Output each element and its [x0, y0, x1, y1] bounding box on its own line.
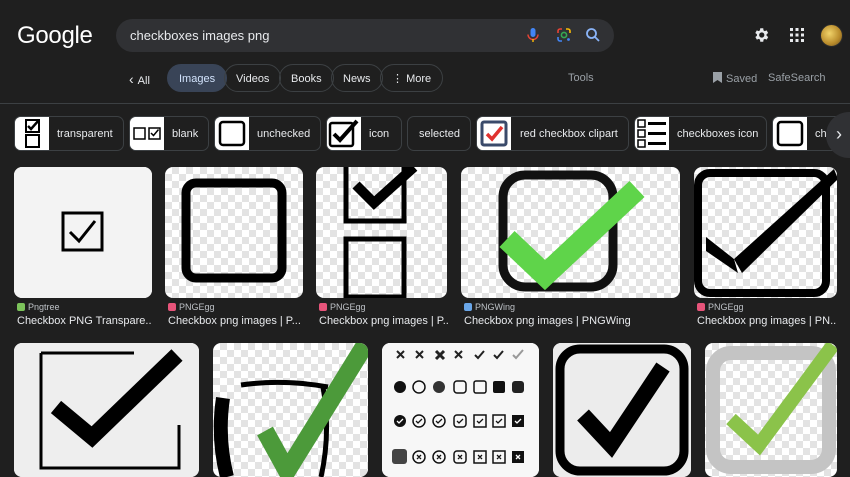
source-name: PNGEgg: [330, 302, 366, 312]
chip-thumb: [215, 117, 249, 150]
chip-label: transparent: [57, 128, 113, 140]
chip-label: unchecked: [257, 128, 311, 140]
bookmark-icon: [713, 72, 722, 83]
checkbox-image: [706, 343, 837, 474]
favicon-icon: [697, 303, 705, 311]
google-logo[interactable]: Google: [17, 22, 93, 50]
chip-label: red checkbox clipart: [520, 128, 618, 140]
result-source[interactable]: PNGEgg: [168, 302, 215, 312]
result-title[interactable]: Checkbox png images | P...: [168, 315, 303, 327]
chip-unchecked[interactable]: unchecked: [214, 116, 321, 151]
saved-link[interactable]: Saved: [713, 72, 757, 85]
chevron-right-icon: ›: [836, 124, 842, 144]
saved-label: Saved: [726, 73, 758, 85]
search-icon[interactable]: [584, 26, 602, 44]
chip-label: icon: [369, 128, 390, 140]
chip-thumb: [130, 117, 164, 150]
chip-blank[interactable]: blank: [129, 116, 209, 151]
favicon-icon: [319, 303, 327, 311]
microphone-icon[interactable]: [524, 26, 542, 44]
safesearch-button[interactable]: SafeSearch: [768, 72, 825, 84]
header-divider: [0, 103, 850, 104]
result-image[interactable]: [553, 343, 691, 477]
result-source[interactable]: PNGEgg: [697, 302, 744, 312]
apps-grid-icon[interactable]: [790, 28, 804, 42]
result-source[interactable]: Pngtree: [17, 302, 60, 312]
checkbox-image: [181, 178, 287, 283]
chip-thumb: [773, 117, 807, 150]
chip-checkboxes-icon[interactable]: checkboxes icon: [634, 116, 767, 151]
chip-thumb: [327, 117, 361, 150]
result-image[interactable]: [316, 167, 447, 298]
chip-red-checkbox-clipart[interactable]: red checkbox clipart: [476, 116, 629, 151]
source-name: PNGWing: [475, 302, 516, 312]
tab-all-label: All: [137, 75, 150, 87]
tab-news[interactable]: News: [331, 64, 383, 92]
source-name: Pngtree: [28, 302, 60, 312]
chip-label: checkboxes icon: [677, 128, 759, 140]
result-image[interactable]: [14, 343, 199, 477]
checkbox-image: [14, 167, 152, 298]
checkbox-image: [343, 167, 418, 298]
checkbox-image: [14, 343, 199, 477]
result-image[interactable]: [705, 343, 837, 477]
tab-more[interactable]: ⋮ More: [380, 64, 444, 92]
chip-label: selected: [419, 128, 460, 140]
checkbox-image: [553, 343, 691, 477]
chip-transparent[interactable]: transparent: [14, 116, 124, 151]
checkbox-icon-set-image: [382, 343, 539, 477]
result-image[interactable]: [14, 167, 152, 298]
lens-icon[interactable]: [555, 26, 573, 44]
result-title[interactable]: Checkbox png images | PN...: [697, 315, 837, 327]
result-source[interactable]: PNGEgg: [319, 302, 366, 312]
favicon-icon: [464, 303, 472, 311]
result-title[interactable]: Checkbox png images | P...: [319, 315, 449, 327]
checkbox-image: [694, 169, 837, 297]
favicon-icon: [168, 303, 176, 311]
chip-thumb: [477, 117, 511, 150]
tab-more-label: More: [406, 73, 432, 85]
tab-images[interactable]: Images: [167, 64, 228, 92]
result-title[interactable]: Checkbox PNG Transpare...: [17, 315, 152, 327]
chip-thumb: [635, 117, 669, 150]
back-chevron-icon: ‹: [129, 71, 134, 87]
search-input[interactable]: checkboxes images png: [130, 28, 269, 43]
chip-label: ch: [815, 128, 827, 140]
chip-icon[interactable]: icon: [326, 116, 402, 151]
tab-videos[interactable]: Videos: [224, 64, 282, 92]
more-dots-icon: ⋮: [392, 73, 403, 85]
tools-button[interactable]: Tools: [568, 72, 594, 84]
result-image[interactable]: [382, 343, 539, 477]
result-image[interactable]: [694, 167, 837, 298]
checkbox-image: [498, 170, 645, 292]
result-title[interactable]: Checkbox png images | PNGWing: [464, 315, 680, 327]
tab-all[interactable]: ‹ All: [117, 64, 162, 92]
settings-icon[interactable]: [752, 26, 770, 44]
result-image[interactable]: [213, 343, 368, 477]
chip-thumb: [15, 117, 49, 150]
chip-label: blank: [172, 128, 199, 140]
chip-selected[interactable]: selected: [407, 116, 471, 151]
result-image[interactable]: [165, 167, 303, 298]
checkbox-image: [213, 343, 368, 477]
result-source[interactable]: PNGWing: [464, 302, 515, 312]
tab-books[interactable]: Books: [279, 64, 334, 92]
search-box[interactable]: checkboxes images png: [116, 19, 614, 52]
result-image[interactable]: [461, 167, 680, 298]
source-name: PNGEgg: [179, 302, 215, 312]
account-avatar[interactable]: [820, 24, 843, 47]
source-name: PNGEgg: [708, 302, 744, 312]
favicon-icon: [17, 303, 25, 311]
